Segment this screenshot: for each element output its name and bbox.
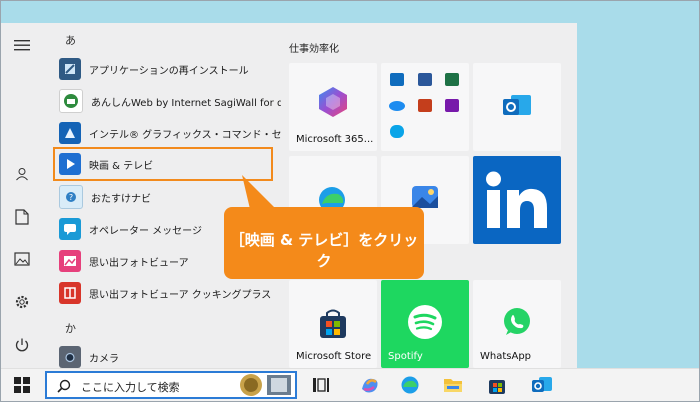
store-taskbar-icon[interactable]	[485, 373, 509, 397]
tile-label: Microsoft Store	[296, 351, 372, 362]
photo-viewer-cooking-icon	[59, 282, 81, 304]
app-item-camera[interactable]: カメラ	[53, 343, 281, 371]
sagiwall-icon	[59, 89, 83, 113]
app-label: インテル® グラフィックス・コマンド・センター	[89, 129, 281, 141]
tile-microsoft-365[interactable]: Microsoft 365...	[289, 63, 377, 151]
callout-balloon: ［映画 & テレビ］をクリック	[224, 175, 424, 279]
windows-start-icon[interactable]	[10, 373, 34, 397]
tile-microsoft-store[interactable]: Microsoft Store	[289, 280, 377, 368]
hamburger-menu-icon[interactable]	[12, 35, 32, 55]
reinstall-icon	[59, 58, 81, 80]
search-icon	[57, 379, 71, 393]
spotify-icon	[408, 305, 442, 339]
settings-gear-icon[interactable]	[12, 292, 32, 312]
svg-text:?: ?	[69, 193, 73, 202]
copilot-icon[interactable]	[358, 373, 382, 397]
tile-outlook[interactable]	[473, 63, 561, 151]
app-label: おたすけナビ	[91, 193, 151, 205]
microsoft-365-icon	[319, 87, 347, 117]
operator-message-icon	[59, 218, 81, 240]
tile-whatsapp[interactable]: WhatsApp	[473, 280, 561, 368]
app-label: 思い出フォトビューア クッキングプラス	[89, 289, 272, 301]
app-item-intel-graphics[interactable]: インテル® グラフィックス・コマンド・センター	[53, 119, 281, 147]
start-menu: あ アプリケーションの再インストール あんしんWeb by Internet S…	[1, 23, 577, 368]
user-account-icon[interactable]	[12, 164, 32, 184]
section-header-a[interactable]: あ	[65, 32, 76, 48]
app-label: カメラ	[89, 353, 119, 365]
tile-label: WhatsApp	[480, 351, 532, 362]
callout-pointer	[242, 175, 276, 209]
power-icon[interactable]	[12, 335, 32, 355]
tile-office-apps-group[interactable]	[381, 63, 469, 151]
search-highlight-medal-icon	[240, 374, 291, 396]
tile-spotify[interactable]: Spotify	[381, 280, 469, 368]
tile-label: Microsoft 365...	[296, 134, 374, 145]
linkedin-icon	[486, 171, 547, 228]
whatsapp-icon	[504, 308, 530, 335]
edge-taskbar-icon[interactable]	[398, 373, 422, 397]
outlook-icon	[503, 95, 531, 115]
camera-icon	[59, 346, 81, 368]
file-explorer-icon[interactable]	[441, 373, 465, 397]
pictures-icon[interactable]	[12, 249, 32, 269]
search-box[interactable]: ここに入力して検索	[45, 371, 297, 399]
app-label: アプリケーションの再インストール	[89, 65, 249, 77]
app-label: あんしんWeb by Internet SagiWall for d...	[91, 97, 281, 109]
app-item-reinstall[interactable]: アプリケーションの再インストール	[53, 55, 281, 83]
intel-graphics-icon	[59, 122, 81, 144]
photo-viewer-icon	[59, 250, 81, 272]
store-icon	[320, 309, 346, 338]
app-item-sagiwall[interactable]: あんしんWeb by Internet SagiWall for d...	[53, 87, 281, 115]
tile-label: Spotify	[388, 351, 423, 362]
otasuke-navi-icon: ?	[59, 185, 83, 209]
app-label: オペレーター メッセージ	[89, 225, 202, 237]
taskbar: ここに入力して検索	[1, 368, 699, 401]
app-item-photo-viewer-cooking[interactable]: 思い出フォトビューア クッキングプラス	[53, 279, 281, 307]
app-label: 思い出フォトビューア	[89, 257, 189, 269]
office-apps-group-icon	[389, 73, 459, 138]
highlight-box	[53, 147, 273, 181]
tile-linkedin[interactable]	[473, 156, 561, 244]
task-view-icon[interactable]	[309, 373, 333, 397]
outlook-taskbar-icon[interactable]	[530, 373, 554, 397]
search-placeholder: ここに入力して検索	[81, 381, 180, 394]
pinned-group-title: 仕事効率化	[289, 44, 339, 55]
start-left-rail	[1, 23, 43, 368]
screenshot-frame: あ アプリケーションの再インストール あんしんWeb by Internet S…	[0, 0, 700, 402]
callout-text: ［映画 & テレビ］をクリック	[229, 231, 419, 270]
documents-icon[interactable]	[12, 207, 32, 227]
section-header-ka[interactable]: か	[65, 320, 76, 336]
